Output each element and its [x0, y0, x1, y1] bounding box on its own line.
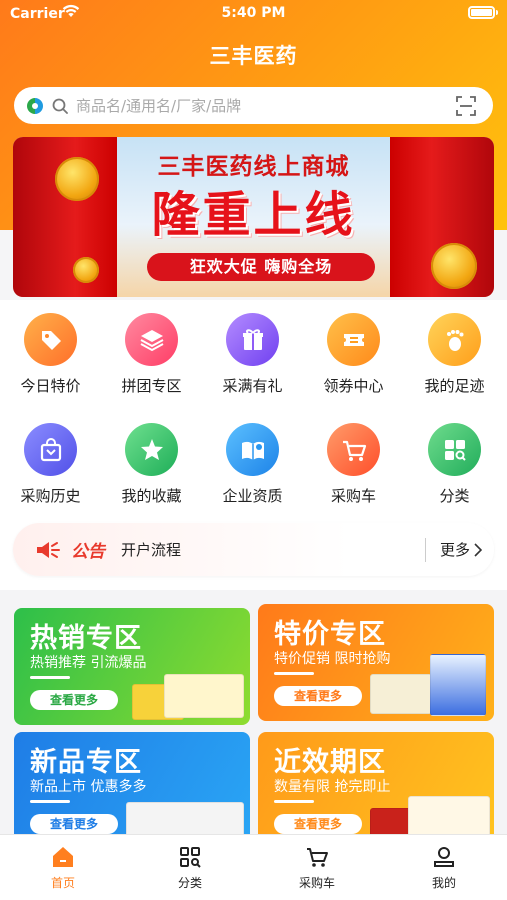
view-more-button[interactable]: 查看更多 [274, 686, 362, 706]
app-page: Carrier 5:40 PM 三丰医药 商品名/通用名/厂家/品牌 三丰医药线… [0, 0, 507, 900]
menu-item-gift[interactable]: 采满有礼 [202, 313, 303, 396]
category-grid-icon [428, 423, 481, 476]
menu-item-group-buy[interactable]: 拼团专区 [101, 313, 202, 396]
zone-card-near-expiry[interactable]: 近效期区 数量有限 抢完即止 查看更多 [258, 732, 494, 849]
menu-item-label: 领券中心 [323, 377, 384, 395]
menu-item-label: 采购历史 [20, 487, 81, 505]
star-icon [125, 423, 178, 476]
zone-title: 特价专区 [274, 619, 386, 650]
more-label: 更多 [439, 541, 470, 559]
zone-subtitle: 数量有限 抢完即止 [274, 779, 391, 795]
zone-subtitle: 热销推荐 引流爆品 [30, 655, 147, 671]
cart-icon [307, 848, 328, 867]
menu-item-purchase-history[interactable]: 采购历史 [0, 423, 101, 506]
tab-cart[interactable]: 采购车 [267, 843, 367, 891]
announcement-bar[interactable]: 公告 开户流程 更多 [13, 523, 494, 576]
zone-cards: 热销专区 热销推荐 引流爆品 查看更多 特价专区 特价促销 限时抢购 查看更多 … [0, 590, 507, 849]
search-icon [52, 98, 68, 114]
menu-item-cart[interactable]: 采购车 [303, 423, 404, 506]
menu-item-label: 采满有礼 [222, 377, 283, 395]
view-more-button[interactable]: 查看更多 [274, 814, 362, 834]
coin-icon [431, 243, 477, 289]
menu-item-coupon-center[interactable]: 领券中心 [303, 313, 404, 396]
more-link[interactable]: 更多 [440, 539, 482, 560]
zone-underline [30, 800, 70, 803]
zone-card-hot[interactable]: 热销专区 热销推荐 引流爆品 查看更多 [14, 608, 250, 725]
search-bar[interactable]: 商品名/通用名/厂家/品牌 [14, 87, 493, 124]
zone-title: 近效期区 [274, 747, 386, 778]
price-tag-icon [24, 313, 77, 366]
status-bar: Carrier 5:40 PM [0, 0, 507, 30]
brand-logo-icon [27, 97, 43, 114]
tab-home[interactable]: 首页 [13, 843, 113, 891]
search-input[interactable]: 商品名/通用名/厂家/品牌 [76, 95, 455, 116]
battery-icon [468, 6, 495, 19]
product-bag-image [430, 654, 486, 716]
menu-item-label: 我的收藏 [121, 487, 182, 505]
speaker-icon [37, 541, 60, 558]
menu-item-footprint[interactable]: 我的足迹 [404, 313, 505, 396]
bottom-tab-bar: 首页 分类 采购车 我的 [0, 834, 507, 900]
announcement-text[interactable]: 开户流程 [121, 539, 425, 560]
tab-label: 首页 [50, 876, 75, 890]
tab-label: 我的 [431, 876, 456, 890]
view-more-button[interactable]: 查看更多 [30, 690, 118, 710]
clock: 5:40 PM [221, 5, 286, 21]
menu-item-label: 今日特价 [20, 377, 81, 395]
page-title: 三丰医药 [209, 44, 298, 68]
menu-item-label: 企业资质 [222, 487, 283, 505]
announcement-tag: 公告 [71, 542, 105, 562]
zone-card-special[interactable]: 特价专区 特价促销 限时抢购 查看更多 [258, 604, 494, 721]
tab-label: 采购车 [298, 876, 335, 890]
zone-subtitle: 新品上市 优惠多多 [30, 779, 147, 795]
zone-underline [274, 672, 314, 675]
menu-item-label: 分类 [439, 487, 470, 505]
coin-icon [73, 257, 99, 283]
user-icon [434, 847, 454, 867]
zone-subtitle: 特价促销 限时抢购 [274, 651, 391, 667]
home-icon [53, 847, 73, 867]
certificate-book-icon [226, 423, 279, 476]
view-more-button[interactable]: 查看更多 [30, 814, 118, 834]
scan-icon[interactable] [455, 95, 477, 117]
menu-item-label: 我的足迹 [424, 377, 485, 395]
zone-title: 热销专区 [30, 623, 142, 654]
cart-icon [327, 423, 380, 476]
product-box-image [370, 674, 432, 714]
layers-icon [125, 313, 178, 366]
menu-item-category[interactable]: 分类 [404, 423, 505, 506]
chevron-right-icon [474, 542, 482, 557]
menu-item-label: 拼团专区 [121, 377, 182, 395]
zone-underline [30, 676, 70, 679]
zone-underline [274, 800, 314, 803]
tab-category[interactable]: 分类 [140, 843, 240, 891]
tab-label: 分类 [177, 876, 202, 890]
promo-banner[interactable]: 三丰医药线上商城 隆重上线 狂欢大促 嗨购全场 [13, 137, 494, 297]
coupon-icon [327, 313, 380, 366]
banner-main-text: 隆重上线 [151, 187, 356, 243]
menu-item-label: 采购车 [330, 487, 376, 505]
product-box-image [164, 674, 244, 718]
tab-mine[interactable]: 我的 [394, 843, 494, 891]
bag-icon [24, 423, 77, 476]
menu-item-qualification[interactable]: 企业资质 [202, 423, 303, 506]
banner-pill-text: 狂欢大促 嗨购全场 [147, 253, 375, 281]
divider [424, 537, 426, 562]
zone-card-new[interactable]: 新品专区 新品上市 优惠多多 查看更多 [14, 732, 250, 849]
menu-item-favorites[interactable]: 我的收藏 [101, 423, 202, 506]
zone-title: 新品专区 [30, 747, 142, 778]
menu-item-today-special[interactable]: 今日特价 [0, 313, 101, 396]
category-icon [180, 847, 201, 868]
gift-icon [226, 313, 279, 366]
footprint-icon [428, 313, 481, 366]
